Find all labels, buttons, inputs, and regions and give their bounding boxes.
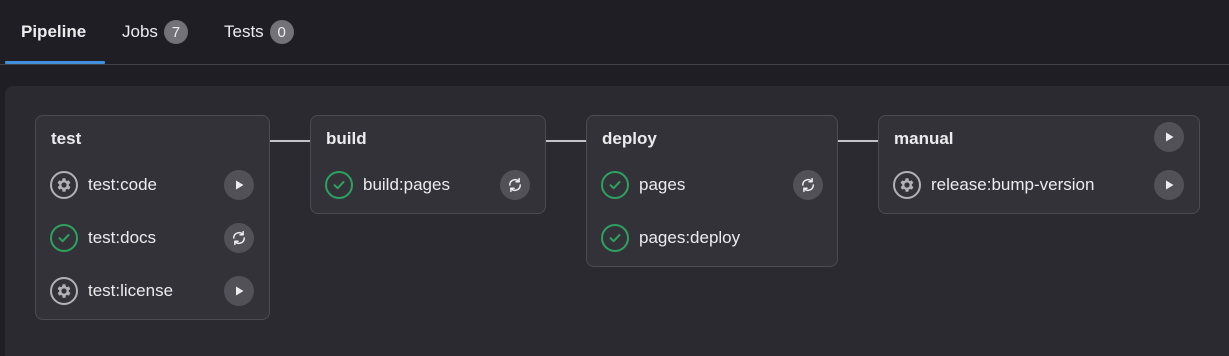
play-icon: [1166, 132, 1174, 142]
retry-button[interactable]: [500, 170, 530, 200]
pipeline-tabs: Pipeline Jobs 7 Tests 0: [0, 0, 1229, 65]
gear-icon: [50, 171, 78, 199]
play-button[interactable]: [1154, 170, 1184, 200]
stage-title: manual: [894, 129, 954, 148]
check-circle-icon: [601, 224, 629, 252]
pipeline-graph: test test:code test:docs test:license bu…: [5, 86, 1229, 356]
active-tab-indicator: [5, 61, 105, 64]
job-test-code[interactable]: test:code: [50, 168, 157, 202]
tab-jobs[interactable]: Jobs 7: [122, 0, 188, 64]
play-icon: [236, 286, 244, 296]
stage-title: build: [326, 129, 367, 148]
job-pages[interactable]: pages: [601, 168, 685, 202]
play-button[interactable]: [224, 276, 254, 306]
job-name: pages:deploy: [639, 228, 741, 247]
jobs-count-badge: 7: [163, 20, 188, 44]
retry-button[interactable]: [224, 223, 254, 253]
tab-pipeline-label: Pipeline: [21, 22, 87, 41]
job-release-bump-version[interactable]: release:bump-version: [893, 168, 1094, 202]
tab-pipeline[interactable]: Pipeline: [21, 0, 86, 64]
tab-tests[interactable]: Tests 0: [224, 0, 294, 64]
stage-connector: [546, 140, 586, 142]
retry-button[interactable]: [793, 170, 823, 200]
tab-jobs-label: Jobs: [122, 22, 158, 41]
job-build-pages[interactable]: build:pages: [325, 168, 450, 202]
tests-count-badge: 0: [269, 20, 294, 44]
stage-connector: [838, 140, 878, 142]
play-icon: [236, 180, 244, 190]
play-button[interactable]: [224, 170, 254, 200]
gear-icon: [50, 277, 78, 305]
job-name: build:pages: [363, 175, 450, 194]
job-pages-deploy[interactable]: pages:deploy: [601, 221, 740, 255]
stage-manual: manual release:bump-version: [878, 115, 1200, 214]
stage-build: build build:pages: [310, 115, 546, 214]
stage-title: deploy: [602, 129, 657, 148]
play-all-button[interactable]: [1154, 122, 1184, 152]
job-name: test:license: [88, 281, 174, 300]
job-name: release:bump-version: [931, 175, 1095, 194]
check-circle-icon: [50, 224, 78, 252]
check-circle-icon: [601, 171, 629, 199]
retry-icon: [801, 177, 815, 193]
stage-title: test: [51, 129, 82, 148]
check-circle-icon: [325, 171, 353, 199]
retry-icon: [508, 177, 522, 193]
job-name: pages: [639, 175, 686, 194]
play-icon: [1166, 180, 1174, 190]
stage-connector: [270, 140, 310, 142]
job-name: test:docs: [88, 228, 157, 247]
job-test-license[interactable]: test:license: [50, 274, 173, 308]
job-name: test:code: [88, 175, 157, 194]
stage-deploy: deploy pages pages:deploy: [586, 115, 838, 267]
tab-tests-label: Tests: [224, 22, 264, 41]
gear-icon: [893, 171, 921, 199]
retry-icon: [232, 230, 246, 246]
job-test-docs[interactable]: test:docs: [50, 221, 156, 255]
stage-test: test test:code test:docs test:license: [35, 115, 270, 320]
